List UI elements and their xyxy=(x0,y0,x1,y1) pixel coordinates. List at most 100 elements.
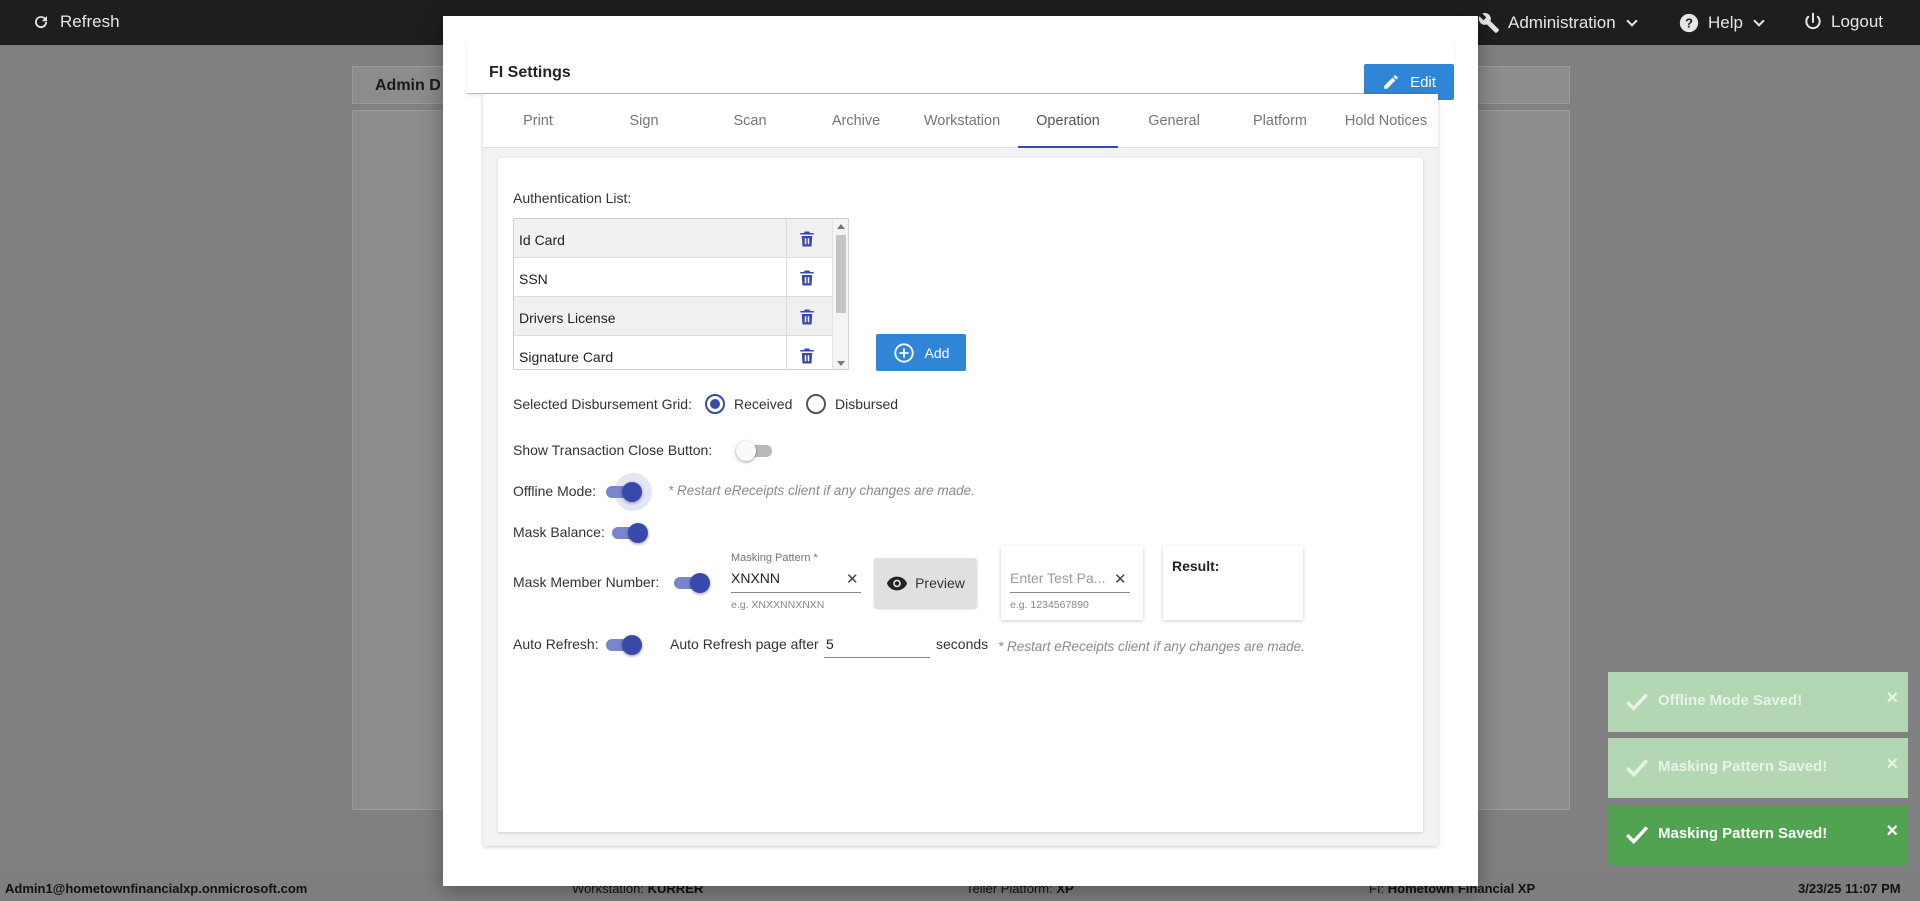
auth-item-name: Signature Card xyxy=(519,349,614,365)
chevron-down-icon xyxy=(1626,15,1638,27)
test-input-card: Enter Test Pa... ✕ e.g. 1234567890 xyxy=(1001,546,1143,620)
operation-panel: Authentication List: Id Card SSN Drivers… xyxy=(498,158,1423,832)
result-label: Result: xyxy=(1172,558,1220,574)
radio-received-label[interactable]: Received xyxy=(734,396,792,412)
refresh-label: Refresh xyxy=(60,12,120,31)
clear-test-icon[interactable]: ✕ xyxy=(1114,570,1127,588)
divider xyxy=(786,336,787,369)
auth-item-name: Drivers License xyxy=(519,310,616,326)
auto-refresh-seconds-input[interactable]: 5 xyxy=(826,636,834,652)
tab-workstation[interactable]: Workstation xyxy=(912,94,1012,148)
edit-label: Edit xyxy=(1410,73,1436,91)
toast-message: Masking Pattern Saved! xyxy=(1658,758,1828,775)
preview-label: Preview xyxy=(915,575,965,591)
list-item[interactable]: Drivers License xyxy=(514,297,832,336)
tab-sign[interactable]: Sign xyxy=(594,94,694,148)
toggle-knob xyxy=(622,482,642,502)
toast-notification: Offline Mode Saved! × xyxy=(1608,672,1908,732)
radio-received[interactable] xyxy=(705,394,725,414)
mask-member-toggle[interactable] xyxy=(672,572,710,594)
list-item[interactable]: Signature Card xyxy=(514,336,832,369)
clear-pattern-icon[interactable]: ✕ xyxy=(846,570,859,588)
fi-settings-dialog: FI Settings Edit Print Sign Scan Archive… xyxy=(443,16,1478,886)
delete-icon[interactable] xyxy=(798,268,816,288)
mask-balance-label: Mask Balance: xyxy=(513,524,605,540)
divider xyxy=(786,258,787,297)
list-item[interactable]: Id Card xyxy=(514,219,832,258)
check-icon xyxy=(1626,693,1649,712)
power-icon xyxy=(1805,12,1821,30)
admin-dashboard-tab-label: Admin D xyxy=(375,77,441,94)
settings-card: Print Sign Scan Archive Workstation Oper… xyxy=(483,94,1438,846)
divider xyxy=(786,219,787,258)
auth-item-name: SSN xyxy=(519,271,548,287)
check-icon xyxy=(1626,826,1649,845)
auth-list-label: Authentication List: xyxy=(513,190,632,206)
delete-icon[interactable] xyxy=(798,229,816,249)
masking-pattern-label: Masking Pattern * xyxy=(731,552,818,564)
offline-mode-label: Offline Mode: xyxy=(513,483,597,499)
show-close-toggle[interactable] xyxy=(736,440,774,462)
add-button[interactable]: Add xyxy=(876,334,966,371)
help-label: Help xyxy=(1708,13,1743,32)
help-menu[interactable]: ? Help xyxy=(1678,12,1765,34)
administration-menu[interactable]: Administration xyxy=(1478,12,1638,34)
refresh-button[interactable]: Refresh xyxy=(32,12,120,32)
wrench-icon xyxy=(1478,13,1500,34)
mask-balance-toggle[interactable] xyxy=(610,522,648,544)
tab-scan[interactable]: Scan xyxy=(700,94,800,148)
test-value-input[interactable]: Enter Test Pa... xyxy=(1010,570,1105,586)
auth-item-name: Id Card xyxy=(519,232,565,248)
scroll-down-arrow-icon[interactable] xyxy=(837,361,845,366)
tab-general[interactable]: General xyxy=(1124,94,1224,148)
delete-icon[interactable] xyxy=(798,307,816,327)
status-datetime: 3/23/25 11:07 PM xyxy=(1798,881,1901,896)
toast-message: Masking Pattern Saved! xyxy=(1658,825,1828,842)
field-underline xyxy=(1010,592,1130,593)
scroll-thumb[interactable] xyxy=(836,235,846,313)
toggle-knob xyxy=(736,441,756,461)
list-scrollbar[interactable] xyxy=(832,219,848,369)
status-user: Admin1@hometownfinancialxp.onmicrosoft.c… xyxy=(5,881,308,896)
radio-disbursed[interactable] xyxy=(806,394,826,414)
tab-operation[interactable]: Operation xyxy=(1018,94,1118,148)
pencil-icon xyxy=(1384,75,1398,89)
dialog-title: FI Settings xyxy=(489,64,571,81)
tab-print[interactable]: Print xyxy=(488,94,588,148)
auth-list[interactable]: Id Card SSN Drivers License Signature Ca… xyxy=(513,218,849,370)
tab-hold-notices[interactable]: Hold Notices xyxy=(1336,94,1436,148)
auto-refresh-unit: seconds xyxy=(936,636,989,652)
tab-platform[interactable]: Platform xyxy=(1230,94,1330,148)
close-icon[interactable]: × xyxy=(1886,688,1898,708)
tab-archive[interactable]: Archive xyxy=(806,94,906,148)
field-underline xyxy=(824,657,930,658)
help-icon: ? xyxy=(1679,13,1699,33)
logout-button[interactable]: Logout xyxy=(1803,12,1883,32)
scroll-up-arrow-icon[interactable] xyxy=(837,224,845,229)
toast-message: Offline Mode Saved! xyxy=(1658,692,1803,709)
svg-text:?: ? xyxy=(1685,16,1693,31)
delete-icon[interactable] xyxy=(798,346,816,366)
radio-disbursed-label[interactable]: Disbursed xyxy=(835,396,898,412)
add-label: Add xyxy=(924,344,950,361)
mask-member-label: Mask Member Number: xyxy=(513,574,660,590)
auto-refresh-toggle[interactable] xyxy=(604,634,642,656)
toast-notification: Masking Pattern Saved! × xyxy=(1608,805,1908,865)
masking-pattern-hint: e.g. XNXXNNXNXN xyxy=(731,599,825,611)
preview-button[interactable]: Preview xyxy=(874,558,977,608)
administration-label: Administration xyxy=(1508,13,1616,32)
masking-pattern-input[interactable]: XNXNN xyxy=(731,570,780,586)
eye-icon xyxy=(887,576,908,591)
logout-label: Logout xyxy=(1831,12,1883,31)
list-item[interactable]: SSN xyxy=(514,258,832,297)
result-card: Result: xyxy=(1163,546,1303,620)
close-icon[interactable]: × xyxy=(1886,754,1898,774)
refresh-icon xyxy=(35,16,48,29)
divider xyxy=(786,297,787,336)
toggle-knob xyxy=(628,523,648,543)
chevron-down-icon xyxy=(1753,15,1765,27)
settings-tabs: Print Sign Scan Archive Workstation Oper… xyxy=(483,94,1438,148)
auto-refresh-text: Auto Refresh page after xyxy=(670,636,819,652)
close-icon[interactable]: × xyxy=(1886,821,1898,841)
offline-mode-toggle[interactable] xyxy=(604,473,652,511)
